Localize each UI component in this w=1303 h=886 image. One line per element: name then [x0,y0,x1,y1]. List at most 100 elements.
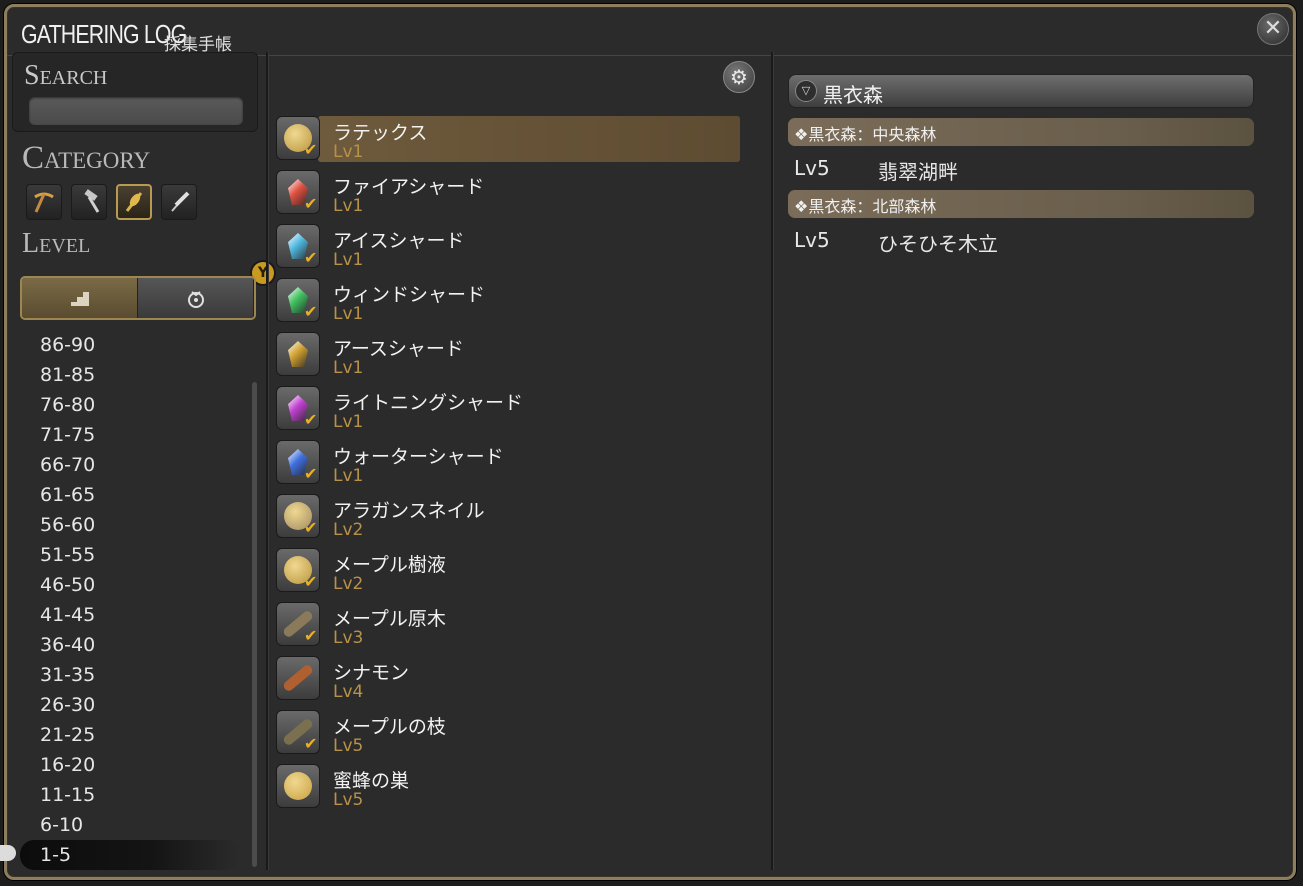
item-name: ファイアシャード [333,176,485,198]
level-range-item[interactable]: 11-15 [20,780,240,810]
item-level: Lv5 [333,790,364,810]
item-row[interactable]: ✔ ウィンドシャード Lv1 [272,276,742,330]
pickaxe-icon[interactable] [26,184,62,220]
zone-header: ❖黒衣森：中央森林 [788,118,1254,146]
scythe-icon[interactable] [161,184,197,220]
item-level: Lv5 [333,736,364,756]
search-section: Search [12,52,258,132]
title-bar: GATHERING LOG 採集手帳 ✕ [7,7,1293,56]
item-name: 蜜蜂の巣 [333,770,410,792]
beehive-icon [276,764,320,808]
close-icon[interactable]: ✕ [1257,13,1289,45]
item-name: アイスシャード [333,230,465,252]
item-level: Lv1 [333,250,364,270]
item-row[interactable]: シナモン Lv4 [272,654,742,708]
level-label: Level [22,228,91,259]
level-range-item[interactable]: 81-85 [20,360,240,390]
region-name: 黒衣森 [823,83,883,107]
item-level: Lv1 [333,358,364,378]
cinnamon-icon [276,656,320,700]
level-range-item[interactable]: 86-90 [20,330,240,360]
level-range-list: 86-90 81-85 76-80 71-75 66-70 61-65 56-60 51-55… [20,330,240,870]
item-row[interactable]: ✔ ウォーターシャード Lv1 [272,438,742,492]
earth-shard-icon [276,332,320,376]
spot-level: Lv5 [794,228,830,252]
item-name: シナモン [333,662,410,684]
search-label: Search [24,60,108,91]
item-row[interactable]: ✔ メープル樹液 Lv2 [272,546,742,600]
region-header[interactable]: ▽ 黒衣森 [788,74,1254,108]
item-name: メープル樹液 [333,554,446,576]
item-row[interactable]: ✔ アラガンスネイル Lv2 [272,492,742,546]
level-range-item[interactable]: 6-10 [20,810,240,840]
level-scrollbar[interactable] [252,382,257,867]
item-level: Lv1 [333,304,364,324]
search-input[interactable] [29,97,243,125]
item-name: アラガンスネイル [333,500,485,522]
level-range-item[interactable]: 56-60 [20,510,240,540]
check-icon: ✔ [304,194,318,213]
item-name: アースシャード [333,338,464,360]
item-name: ウォーターシャード [333,446,504,468]
item-level: Lv1 [333,142,364,162]
check-icon: ✔ [304,140,318,159]
item-row[interactable]: ✔ ライトニングシャード Lv1 [272,384,742,438]
collapse-triangle-icon: ▽ [795,80,817,102]
spot-name: ひそひそ木立 [878,232,998,256]
item-row[interactable]: アースシャード Lv1 [272,330,742,384]
item-row[interactable]: ✔ メープルの枝 Lv5 [272,708,742,762]
filter-panel: Search Category Level Y 86-90 81-85 76-80 7… [12,52,274,870]
item-row[interactable]: ✔ ファイアシャード Lv1 [272,168,742,222]
zone-name: ❖黒衣森：中央森林 [794,125,937,144]
level-range-item[interactable]: 51-55 [20,540,240,570]
item-row[interactable]: 蜜蜂の巣 Lv5 [272,762,742,816]
level-range-item[interactable]: 1-5 [20,840,240,870]
level-range-item[interactable]: 71-75 [20,420,240,450]
level-range-item[interactable]: 76-80 [20,390,240,420]
category-label: Category [22,140,151,176]
check-icon: ✔ [304,734,318,753]
item-name: ウィンドシャード [333,284,486,306]
item-row[interactable]: ✔ ラテックス Lv1 [272,114,742,168]
check-icon: ✔ [304,518,318,537]
check-icon: ✔ [304,410,318,429]
item-list: ✔ ラテックス Lv1 ✔ ファイアシャード Lv1 ✔ アイスシャード Lv1 ✔ ウィンドシャー… [272,114,742,816]
item-panel: ⚙ ✔ ラテックス Lv1 ✔ ファイアシャード Lv1 ✔ アイスシャード Lv1 ✔ ウィンドシ… [266,52,766,870]
spot-name: 翡翠湖畔 [878,160,958,184]
item-level: Lv2 [333,520,364,540]
item-name: メープル原木 [333,608,446,630]
item-row[interactable]: ✔ メープル原木 Lv3 [272,600,742,654]
item-level: Lv1 [333,412,364,432]
sledgehammer-icon[interactable] [71,184,107,220]
level-range-item[interactable]: 21-25 [20,720,240,750]
item-name: ライトニングシャード [333,392,524,414]
level-range-item[interactable]: 26-30 [20,690,240,720]
item-level: Lv2 [333,574,364,594]
window-title: GATHERING LOG [21,19,187,49]
gear-icon[interactable]: ⚙ [723,61,755,93]
item-row[interactable]: ✔ アイスシャード Lv1 [272,222,742,276]
level-sort-toggle [20,276,256,320]
level-range-item[interactable]: 16-20 [20,750,240,780]
item-name: メープルの枝 [333,716,446,738]
level-range-item[interactable]: 46-50 [20,570,240,600]
level-range-item[interactable]: 36-40 [20,630,240,660]
zone-header: ❖黒衣森：北部森林 [788,190,1254,218]
spot-level: Lv5 [794,156,830,180]
gathering-spot-row[interactable]: Lv5 ひそひそ木立 [794,226,1254,256]
item-level: Lv4 [333,682,364,702]
hatchet-icon[interactable] [116,184,152,220]
check-icon: ✔ [304,248,318,267]
category-icons [26,184,197,220]
level-range-item[interactable]: 61-65 [20,480,240,510]
check-icon: ✔ [304,464,318,483]
gathering-spot-row[interactable]: Lv5 翡翠湖畔 [794,154,1254,184]
edge-handle [0,845,16,861]
level-range-item[interactable]: 31-35 [20,660,240,690]
level-range-item[interactable]: 66-70 [20,450,240,480]
level-range-item[interactable]: 41-45 [20,600,240,630]
item-level: Lv3 [333,628,364,648]
check-icon: ✔ [304,572,318,591]
pouch-icon[interactable] [138,278,254,318]
level-sort-icon[interactable] [22,278,138,318]
